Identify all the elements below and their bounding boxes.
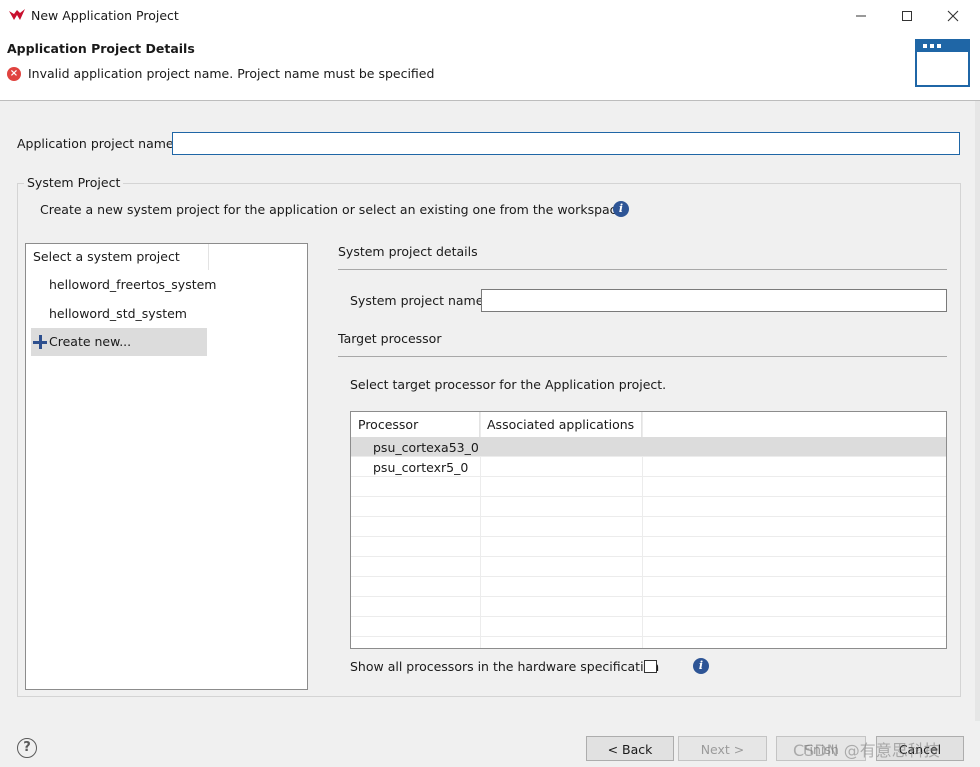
divider [338, 356, 947, 357]
system-name-label: System project name: [350, 293, 488, 308]
system-project-description: Create a new system project for the appl… [40, 202, 625, 217]
column-header-processor[interactable]: Processor [351, 412, 480, 437]
target-processor-description: Select target processor for the Applicat… [350, 377, 667, 392]
create-new-label: Create new... [49, 334, 132, 349]
processor-cell: psu_cortexa53_0 [373, 440, 479, 455]
wizard-banner-icon [915, 39, 970, 87]
error-icon: × [7, 67, 21, 81]
back-button[interactable]: < Back [586, 736, 674, 761]
info-icon[interactable]: i [693, 658, 709, 674]
plus-icon [33, 335, 47, 349]
close-button[interactable] [930, 0, 976, 32]
minimize-button[interactable] [838, 0, 884, 32]
show-all-checkbox[interactable] [644, 660, 657, 673]
list-item-std-system[interactable]: helloword_std_system [31, 300, 187, 328]
empty-row [351, 557, 946, 577]
system-project-list[interactable]: Select a system project helloword_freert… [25, 243, 308, 690]
system-details-title: System project details [338, 244, 478, 259]
table-row[interactable]: psu_cortexr5_0 [351, 457, 946, 477]
page-title: Application Project Details [7, 41, 195, 56]
app-name-label: Application project name: [17, 136, 178, 151]
help-icon[interactable]: ? [17, 738, 37, 758]
divider [338, 269, 947, 270]
next-button[interactable]: Next > [678, 736, 767, 761]
empty-row [351, 537, 946, 557]
empty-row [351, 617, 946, 637]
error-message: Invalid application project name. Projec… [28, 66, 435, 81]
target-processor-title: Target processor [338, 331, 442, 346]
maximize-button[interactable] [884, 0, 930, 32]
table-row[interactable]: psu_cortexa53_0 [351, 437, 946, 457]
list-item-freertos-system[interactable]: helloword_freertos_system [31, 271, 216, 299]
title-bar: New Application Project [0, 0, 980, 32]
system-list-header: Select a system project [26, 244, 209, 270]
empty-row [351, 517, 946, 537]
column-header-applications[interactable]: Associated applications [480, 412, 642, 437]
wizard-header: Application Project Details × Invalid ap… [0, 32, 980, 101]
window-title: New Application Project [31, 8, 179, 23]
app-logo-icon [9, 9, 25, 20]
empty-row [351, 497, 946, 517]
minimize-icon [856, 15, 866, 17]
show-all-label: Show all processors in the hardware spec… [350, 659, 660, 674]
system-project-legend: System Project [24, 175, 124, 190]
processor-table[interactable]: Processor Associated applications psu_co… [350, 411, 947, 649]
side-scroll-strip [975, 101, 980, 721]
empty-row [351, 577, 946, 597]
list-item-create-new[interactable]: Create new... [31, 328, 207, 356]
processor-cell: psu_cortexr5_0 [373, 460, 469, 475]
watermark: CSDN @有意思科技 [793, 741, 940, 760]
info-icon[interactable]: i [613, 201, 629, 217]
app-name-input[interactable] [172, 132, 960, 155]
system-name-input[interactable] [481, 289, 947, 312]
empty-row [351, 597, 946, 617]
maximize-icon [902, 11, 912, 21]
close-icon [947, 10, 959, 22]
empty-row [351, 477, 946, 497]
